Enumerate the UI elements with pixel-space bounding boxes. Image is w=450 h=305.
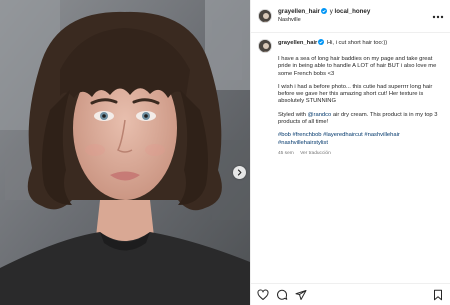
next-photo-button[interactable] [233,166,246,179]
header-text: grayellen_hair y local_honey Nashville [278,7,430,25]
header-authors: grayellen_hair y local_honey [278,7,430,16]
authors-connector: y [329,8,333,15]
verified-badge-icon [318,39,325,45]
chevron-right-icon [237,169,242,176]
caption-username[interactable]: grayellen_hair [278,40,317,46]
portrait-illustration [0,0,250,305]
caption-meta: 45 sem Ver traducción [278,150,443,157]
comment-icon [277,289,288,300]
caption-body: I have a sea of long hair baddies on my … [278,56,443,157]
verified-badge-icon [320,8,327,14]
mention-link[interactable]: @randco [308,112,332,118]
see-translation-link[interactable]: Ver traducción [300,151,331,156]
bookmark-icon [434,289,442,300]
hashtags[interactable]: #bob #frenchbob #layeredhaircut #nashvil… [278,132,443,147]
collaborator-username[interactable]: local_honey [335,8,371,15]
caption-author-avatar[interactable] [258,39,272,53]
comment-button[interactable] [276,289,288,301]
post-header: grayellen_hair y local_honey Nashville [251,0,450,33]
more-options-button[interactable] [430,13,444,19]
caption-first-text: Hi, i cut short hair too:)) [326,40,388,46]
instagram-post: grayellen_hair y local_honey Nashville g… [0,0,450,305]
post-photo[interactable] [0,0,250,305]
caption-paragraph: I have a sea of long hair baddies on my … [278,56,437,77]
caption-first-line: grayellen_hair Hi, i cut short hair too:… [278,39,387,47]
post-location[interactable]: Nashville [278,16,430,25]
caption-paragraph: I wish i had a before photo... this cuti… [278,83,433,105]
avatar-image [259,10,271,22]
post-time: 45 sem [278,150,294,156]
action-bar [251,283,450,305]
caption-area: grayellen_hair Hi, i cut short hair too:… [251,33,450,283]
styled-prefix: Styled with [278,111,308,118]
author-username[interactable]: grayellen_hair [278,8,320,15]
author-avatar[interactable] [258,9,272,23]
heart-icon [257,288,269,300]
share-button[interactable] [295,289,307,301]
caption-paragraph-styled: Styled with @randco air dry cream. This … [278,112,443,127]
more-horizontal-icon [432,15,444,19]
avatar-image [259,40,271,52]
caption-header: grayellen_hair Hi, i cut short hair too:… [258,39,443,53]
like-button[interactable] [257,288,269,301]
post-details-panel: grayellen_hair y local_honey Nashville g… [250,0,450,305]
send-icon [295,289,307,300]
save-button[interactable] [432,289,444,301]
